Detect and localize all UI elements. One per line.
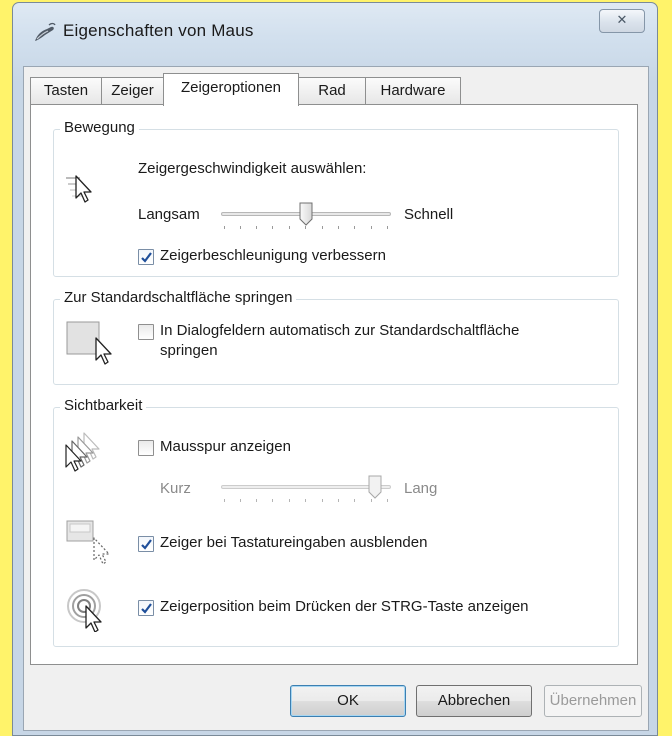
trail-length-slider-track[interactable] [221,485,391,489]
tab-tasten[interactable]: Tasten [30,77,102,105]
snap-to-label-line1[interactable]: In Dialogfeldern automatisch zur Standar… [160,322,519,339]
hide-pointer-icon [66,520,116,568]
tab-panel-pointer-options: Bewegung Zeigergeschwindigkeit auswählen… [30,104,638,665]
speed-prompt: Zeigergeschwindigkeit auswählen: [138,160,367,177]
pointer-trails-icon [62,430,110,476]
show-location-label[interactable]: Zeigerposition beim Drücken der STRG-Tas… [160,598,529,615]
tab-zeiger[interactable]: Zeiger [101,77,164,105]
enhance-precision-label[interactable]: Zeigerbeschleunigung verbessern [160,247,386,264]
title-bar[interactable]: Eigenschaften von Maus ✕ [13,3,657,63]
snap-to-label-line2[interactable]: springen [160,342,218,359]
tab-hardware[interactable]: Hardware [365,77,461,105]
trail-short-label: Kurz [160,480,191,497]
visibility-group: Sichtbarkeit Mausspur anzeigen Kurz Lang… [53,397,619,647]
window-title: Eigenschaften von Maus [63,21,254,40]
enhance-precision-checkbox[interactable] [138,249,154,265]
trail-length-slider-thumb[interactable] [368,475,382,499]
speed-slider-ticks [224,226,388,229]
motion-group-title: Bewegung [60,119,139,136]
mouse-properties-window: Eigenschaften von Maus ✕ Tasten Zeiger Z… [12,2,658,736]
tab-strip: Tasten Zeiger Zeigeroptionen Rad Hardwar… [30,73,640,106]
pointer-location-icon [66,586,116,636]
checkmark-icon [141,539,152,550]
mouse-icon [31,21,57,45]
snap-to-group: Zur Standardschaltfläche springen In Dia… [53,289,619,385]
snap-to-group-title: Zur Standardschaltfläche springen [60,289,297,306]
slow-label: Langsam [138,206,200,223]
ok-button[interactable]: OK [290,685,406,717]
show-location-checkbox[interactable] [138,600,154,616]
snap-to-default-icon [66,320,118,370]
hide-while-typing-checkbox[interactable] [138,536,154,552]
snap-to-checkbox[interactable] [138,324,154,340]
cancel-button[interactable]: Abbrechen [416,685,532,717]
dialog-client-area: Tasten Zeiger Zeigeroptionen Rad Hardwar… [23,66,649,731]
checkmark-icon [141,603,152,614]
speed-slider-thumb[interactable] [299,202,313,226]
fast-label: Schnell [404,206,454,223]
close-icon: ✕ [616,13,628,28]
hide-while-typing-label[interactable]: Zeiger bei Tastatureingaben ausblenden [160,534,427,551]
pointer-speed-icon [64,170,106,208]
motion-group: Bewegung Zeigergeschwindigkeit auswählen… [53,119,619,277]
visibility-group-title: Sichtbarkeit [60,397,147,414]
trail-long-label: Lang [404,480,438,497]
tab-rad[interactable]: Rad [298,77,366,105]
apply-button[interactable]: Übernehmen [544,685,642,717]
trail-length-slider-ticks [224,499,388,502]
checkmark-icon [141,252,152,263]
tab-zeigeroptionen[interactable]: Zeigeroptionen [163,73,299,106]
pointer-trails-label[interactable]: Mausspur anzeigen [160,438,291,455]
pointer-trails-checkbox[interactable] [138,440,154,456]
close-button[interactable]: ✕ [599,9,645,33]
